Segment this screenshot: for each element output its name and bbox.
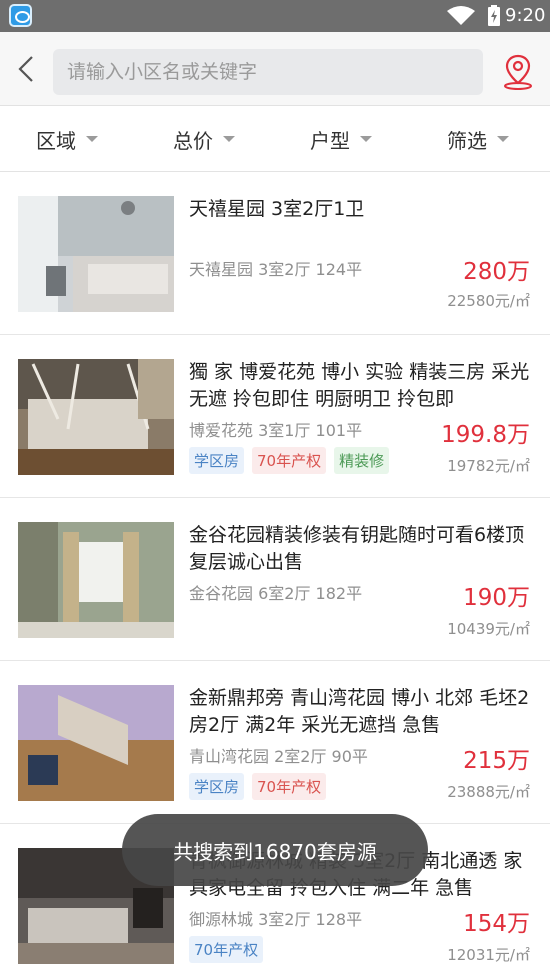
listing-summary: 博爱花苑 3室1厅 101平 (189, 421, 363, 440)
search-header (0, 32, 550, 106)
tag-property-rights: 70年产权 (252, 447, 327, 474)
tag-property-rights: 70年产权 (252, 773, 327, 800)
listing-unit-price: 23888元/㎡ (447, 783, 530, 801)
filter-bar: 区域 总价 户型 筛选 (0, 106, 550, 172)
filter-layout[interactable]: 户型 (310, 106, 372, 172)
listing-title: 天禧星园 3室2厅1卫 (189, 198, 365, 220)
listing-price: 215万 (463, 748, 530, 774)
listing-title: 金谷花园精装修装有钥匙随时可看6楼顶复层诚心出售 (189, 524, 525, 573)
filter-label: 筛选 (447, 128, 487, 153)
listing-summary: 青山湾花园 2室2厅 90平 (189, 747, 368, 766)
battery-icon (488, 5, 500, 26)
listing-price: 280万 (463, 259, 530, 285)
listing-price: 154万 (463, 911, 530, 937)
tag-property-rights: 70年产权 (189, 936, 264, 963)
listing-price: 199.8万 (441, 422, 530, 448)
listing-summary: 天禧星园 3室2厅 124平 (189, 260, 363, 279)
listing-title: 獨 家 博爱花苑 博小 实验 精装三房 采光无遮 拎包即住 明厨明卫 拎包即 (189, 361, 530, 410)
filter-total-price[interactable]: 总价 (173, 106, 235, 172)
tag-school-district: 学区房 (189, 447, 245, 474)
listing-photo (18, 685, 174, 801)
listing-item[interactable]: 天禧星园 3室2厅1卫 天禧星园 3室2厅 124平 280万 22580元/㎡ (0, 172, 550, 335)
listing-tags: 学区房 70年产权 (189, 773, 327, 800)
search-result-toast: 共搜索到16870套房源 (122, 814, 428, 886)
listing-unit-price: 22580元/㎡ (447, 292, 530, 310)
dropdown-caret-icon (223, 136, 235, 142)
listing-photo (18, 359, 174, 475)
clock: 9:20 (505, 5, 546, 26)
listing-unit-price: 19782元/㎡ (447, 457, 530, 475)
back-arrow-icon[interactable] (14, 54, 38, 84)
listing-tags: 学区房 70年产权 精装修 (189, 447, 390, 474)
listing-title: 金新鼎邦旁 青山湾花园 博小 北郊 毛坯2房2厅 满2年 采光无遮挡 急售 (189, 687, 530, 736)
dropdown-caret-icon (497, 136, 509, 142)
listing-item[interactable]: 金谷花园精装修装有钥匙随时可看6楼顶复层诚心出售 金谷花园 6室2厅 182平 … (0, 498, 550, 661)
listing-tags: 70年产权 (189, 936, 264, 963)
dropdown-caret-icon (360, 136, 372, 142)
listing-photo (18, 522, 174, 638)
listing-summary: 御源林城 3室2厅 128平 (189, 910, 363, 929)
filter-label: 户型 (310, 128, 350, 153)
filter-label: 区域 (36, 128, 76, 153)
status-bar: 9:20 (0, 0, 550, 32)
app-notification-icon (9, 4, 32, 27)
listing-summary: 金谷花园 6室2厅 182平 (189, 584, 363, 603)
listing-unit-price: 12031元/㎡ (447, 946, 530, 964)
listing-photo (18, 196, 174, 312)
filter-label: 总价 (173, 128, 213, 153)
filter-area[interactable]: 区域 (36, 106, 98, 172)
tag-decorated: 精装修 (334, 447, 390, 474)
wifi-icon (447, 6, 475, 25)
tag-school-district: 学区房 (189, 773, 245, 800)
location-pin-icon[interactable] (502, 54, 534, 90)
listing-item[interactable]: 獨 家 博爱花苑 博小 实验 精装三房 采光无遮 拎包即住 明厨明卫 拎包即 博… (0, 335, 550, 498)
dropdown-caret-icon (86, 136, 98, 142)
filter-more[interactable]: 筛选 (447, 106, 509, 172)
listing-price: 190万 (463, 585, 530, 611)
listing-unit-price: 10439元/㎡ (447, 620, 530, 638)
listing-item[interactable]: 金新鼎邦旁 青山湾花园 博小 北郊 毛坯2房2厅 满2年 采光无遮挡 急售 青山… (0, 661, 550, 824)
search-input[interactable] (53, 49, 483, 95)
